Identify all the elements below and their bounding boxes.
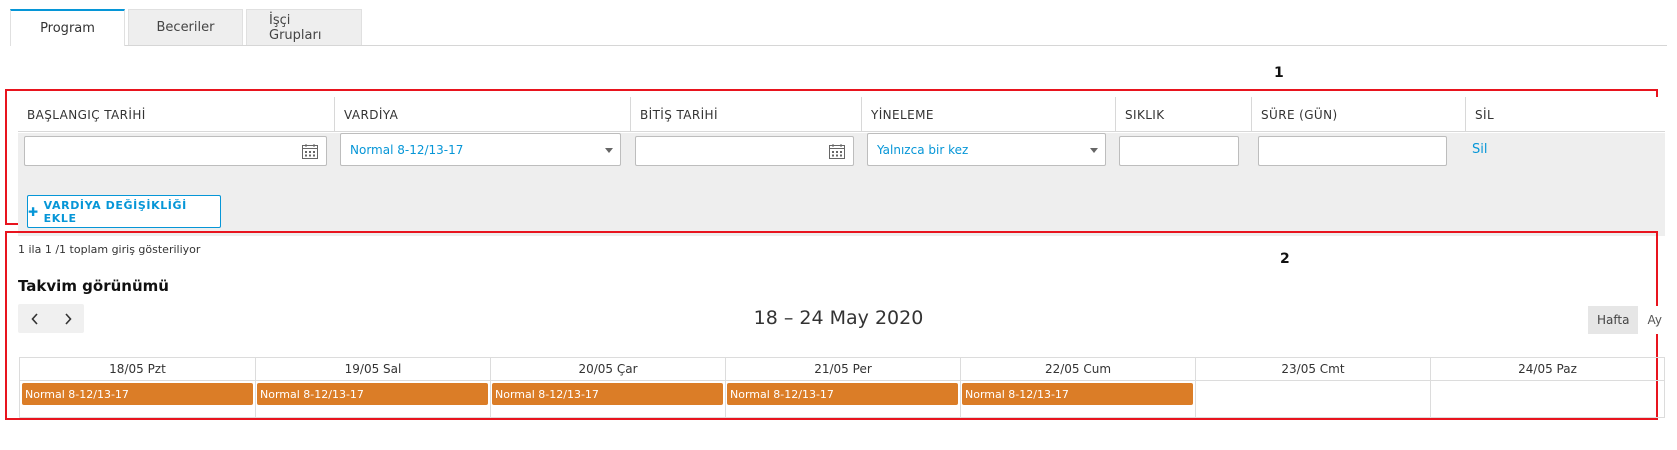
table-header: BAŞLANGIÇ TARİHİ VARDİYA BİTİŞ TARİHİ Yİ… [18, 97, 1665, 132]
start-date-field[interactable] [24, 136, 327, 166]
shift-event[interactable]: Normal 8-12/13-17 [962, 383, 1193, 405]
calendar-date-range: 18 – 24 May 2020 [753, 307, 924, 329]
day-header: 19/05 Sal [255, 358, 490, 380]
calendar-icon[interactable] [302, 144, 318, 159]
day-header: 18/05 Pzt [109, 362, 166, 376]
end-date-field[interactable] [635, 136, 854, 166]
shift-event[interactable]: Normal 8-12/13-17 [22, 383, 253, 405]
day-header: 21/05 Per [725, 358, 960, 380]
tab-program[interactable]: Program [10, 9, 125, 46]
column-header-delete: SİL [1465, 97, 1665, 132]
tab-label: Program [40, 21, 95, 36]
day-header: 20/05 Çar [490, 358, 725, 380]
calendar-icon[interactable] [829, 144, 845, 159]
month-view-button[interactable]: Ay [1638, 306, 1671, 334]
add-shift-change-label: VARDİYA DEĞİŞİKLİĞİ EKLE [43, 198, 187, 225]
week-calendar-grid: 18/05 Pzt 19/05 Sal 20/05 Çar 21/05 Per … [19, 357, 1665, 418]
column-header-repeat: YİNELEME [861, 97, 1115, 132]
day-cell[interactable] [1430, 380, 1664, 417]
shift-select[interactable]: Normal 8-12/13-17 [340, 133, 621, 166]
tab-isci-gruplari[interactable]: İşçi Grupları [246, 9, 362, 45]
chevron-down-icon [1090, 148, 1098, 153]
shift-event[interactable]: Normal 8-12/13-17 [257, 383, 488, 405]
week-view-button[interactable]: Hafta [1588, 306, 1639, 334]
tab-beceriler[interactable]: Beceriler [128, 9, 243, 45]
tab-bar: Program Beceriler İşçi Grupları [10, 9, 365, 46]
calendar-title: Takvim görünümü [18, 277, 169, 295]
duration-input[interactable] [1258, 136, 1447, 166]
add-shift-change-button[interactable]: ✚ VARDİYA DEĞİŞİKLİĞİ EKLE [27, 195, 221, 228]
column-header-end-date: BİTİŞ TARİHİ [630, 97, 861, 132]
tab-label: Beceriler [156, 20, 215, 35]
repeat-select[interactable]: Yalnızca bir kez [867, 133, 1106, 166]
day-header: 23/05 Cmt [1195, 358, 1430, 380]
tab-label: İşçi Grupları [269, 12, 322, 43]
column-header-shift: VARDİYA [334, 97, 630, 132]
shift-select-value: Normal 8-12/13-17 [350, 142, 464, 157]
delete-link[interactable]: Sil [1472, 142, 1487, 157]
calendar-view-toggle: Hafta Ay [1588, 306, 1671, 334]
column-header-frequency: SIKLIK [1115, 97, 1251, 132]
shift-event[interactable]: Normal 8-12/13-17 [727, 383, 958, 405]
tabs-divider [10, 45, 1667, 46]
table-row: Normal 8-12/13-17 Yalnızca bir kez Sil ✚… [18, 133, 1665, 236]
day-header: 24/05 Paz [1430, 358, 1664, 380]
plus-icon: ✚ [28, 204, 39, 219]
annotation-label-1: 1 [1274, 65, 1284, 81]
day-header: 22/05 Cum [960, 358, 1195, 380]
shift-event[interactable]: Normal 8-12/13-17 [492, 383, 723, 405]
repeat-select-value: Yalnızca bir kez [877, 142, 969, 157]
column-header-duration: SÜRE (GÜN) [1251, 97, 1465, 132]
column-header-start-date: BAŞLANGIÇ TARİHİ [27, 107, 146, 122]
day-cell[interactable] [1195, 380, 1430, 417]
chevron-down-icon [605, 148, 613, 153]
shift-schedule-table: BAŞLANGIÇ TARİHİ VARDİYA BİTİŞ TARİHİ Yİ… [18, 97, 1665, 237]
entries-count-text: 1 ila 1 /1 toplam giriş gösteriliyor [18, 243, 201, 256]
frequency-input[interactable] [1119, 136, 1239, 166]
